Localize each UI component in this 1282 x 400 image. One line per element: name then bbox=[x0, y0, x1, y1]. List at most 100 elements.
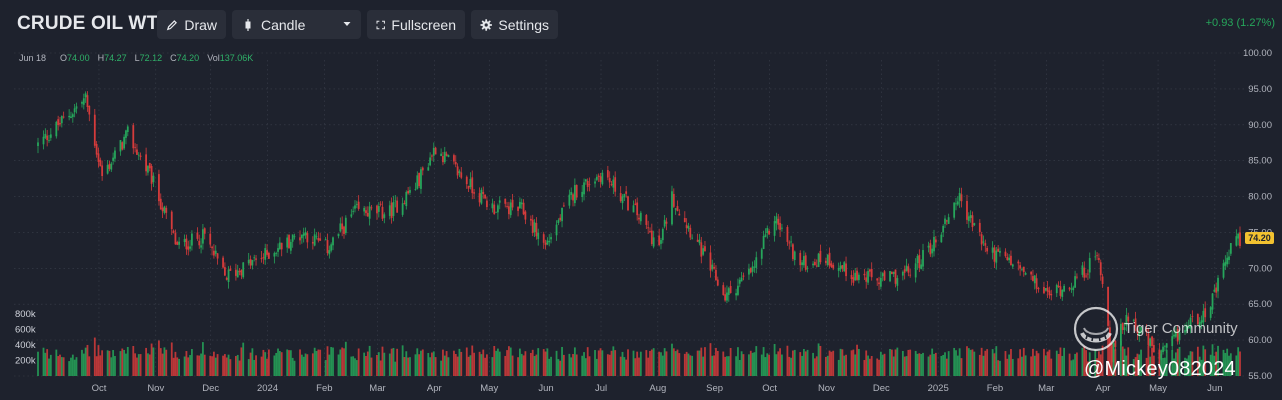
volume-bar bbox=[1044, 355, 1047, 376]
candle-body bbox=[702, 248, 705, 255]
candle-body bbox=[255, 258, 257, 260]
candle-body bbox=[114, 150, 116, 159]
volume-bar bbox=[381, 346, 384, 376]
volume-bar bbox=[434, 357, 437, 376]
volume-bar bbox=[344, 341, 347, 376]
candle-body bbox=[302, 233, 305, 236]
volume-bar bbox=[544, 351, 547, 376]
volume-bar bbox=[557, 359, 560, 376]
candle-body bbox=[319, 238, 322, 241]
volume-bar bbox=[956, 355, 959, 376]
candle-body bbox=[1068, 287, 1071, 290]
volume-bar bbox=[817, 343, 820, 376]
candle-body bbox=[273, 253, 276, 257]
volume-bar bbox=[509, 347, 512, 376]
candle-body bbox=[187, 246, 190, 250]
candle-body bbox=[814, 261, 816, 265]
volume-bar bbox=[57, 356, 60, 376]
volume-bar bbox=[599, 348, 602, 376]
candle-body bbox=[839, 265, 842, 270]
candle-body bbox=[660, 240, 662, 244]
volume-bar bbox=[249, 352, 252, 376]
candle-body bbox=[792, 244, 794, 260]
candle-body bbox=[845, 263, 847, 277]
volume-bar bbox=[978, 354, 981, 376]
volume-bar bbox=[768, 354, 770, 376]
volume-bar bbox=[191, 349, 193, 376]
volume-bar bbox=[267, 349, 270, 376]
volume-bar bbox=[137, 354, 140, 376]
volume-bar bbox=[447, 357, 450, 376]
volume-bar bbox=[106, 350, 109, 376]
candle-body bbox=[1239, 232, 1241, 246]
volume-bar bbox=[958, 348, 961, 376]
candle-body bbox=[1204, 308, 1207, 318]
volume-bar bbox=[497, 348, 499, 376]
candle-body bbox=[716, 279, 719, 286]
candle-body bbox=[555, 224, 558, 236]
candle-body bbox=[1088, 258, 1091, 273]
candle-body bbox=[379, 203, 382, 205]
candle-body bbox=[594, 181, 596, 184]
time-tick-label: Sep bbox=[706, 383, 723, 394]
candle-body bbox=[1191, 316, 1194, 317]
candle-body bbox=[557, 220, 560, 224]
candle-body bbox=[896, 278, 899, 286]
volume-bar bbox=[134, 353, 137, 376]
candle-body bbox=[1061, 289, 1064, 298]
candle-body bbox=[498, 200, 501, 203]
volume-bar bbox=[511, 355, 514, 376]
volume-bar bbox=[304, 353, 307, 376]
volume-bar bbox=[363, 352, 366, 376]
candle-body bbox=[344, 217, 347, 234]
candle-body bbox=[793, 251, 796, 261]
candle-body bbox=[901, 271, 904, 276]
candle-body bbox=[914, 263, 917, 278]
volume-bar bbox=[148, 354, 151, 376]
candle-body bbox=[991, 247, 994, 253]
candle-body bbox=[650, 230, 653, 245]
volume-bar bbox=[945, 358, 948, 376]
candle-body bbox=[922, 250, 924, 267]
volume-bar bbox=[407, 357, 410, 376]
candle-body bbox=[1021, 269, 1023, 271]
candle-body bbox=[984, 243, 987, 246]
volume-bar bbox=[841, 349, 844, 376]
volume-bar bbox=[548, 358, 551, 376]
volume-bar bbox=[909, 349, 912, 376]
volume-bar bbox=[737, 347, 739, 376]
candle-body bbox=[291, 234, 294, 242]
candle-body bbox=[713, 266, 716, 269]
candle-body bbox=[447, 154, 450, 158]
candle-body bbox=[766, 228, 769, 234]
volume-bar bbox=[843, 355, 846, 376]
volume-bar bbox=[147, 353, 149, 376]
volume-bar bbox=[414, 354, 417, 376]
candle-body bbox=[881, 273, 884, 277]
candle-body bbox=[165, 207, 168, 213]
volume-bar bbox=[999, 360, 1001, 376]
price-tick-label: 65.00 bbox=[1248, 299, 1272, 310]
volume-bar bbox=[779, 348, 781, 376]
volume-bar bbox=[62, 357, 65, 376]
candle-body bbox=[324, 239, 327, 240]
volume-bar bbox=[112, 350, 115, 376]
volume-bar bbox=[315, 350, 318, 376]
candle-body bbox=[434, 147, 437, 155]
volume-bar bbox=[955, 350, 957, 376]
volume-bar bbox=[227, 354, 230, 376]
candle-body bbox=[211, 246, 213, 249]
volume-bar bbox=[1046, 351, 1049, 376]
volume-bar bbox=[903, 356, 906, 376]
volume-bar bbox=[815, 356, 818, 376]
candle-body bbox=[431, 155, 433, 157]
watermark-brand: Tiger Community bbox=[1124, 320, 1238, 337]
candle-body bbox=[200, 245, 202, 248]
volume-bar bbox=[658, 351, 661, 376]
candle-body bbox=[196, 232, 199, 239]
candle-body bbox=[42, 136, 45, 145]
volume-bar bbox=[255, 355, 257, 376]
candle-body bbox=[841, 265, 844, 269]
volume-bar bbox=[213, 351, 215, 376]
volume-bar bbox=[685, 351, 688, 376]
